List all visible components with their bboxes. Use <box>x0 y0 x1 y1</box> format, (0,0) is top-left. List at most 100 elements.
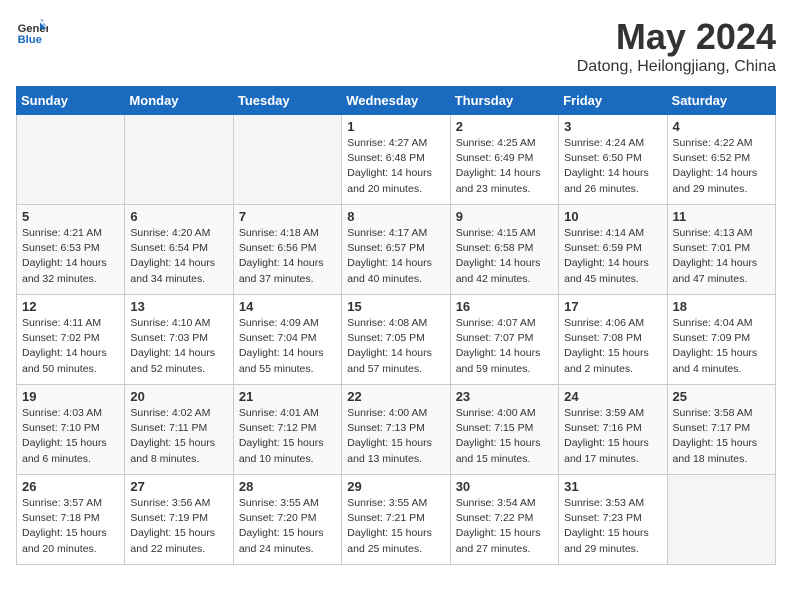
weekday-header-sunday: Sunday <box>17 87 125 115</box>
calendar-cell: 13Sunrise: 4:10 AMSunset: 7:03 PMDayligh… <box>125 295 233 385</box>
calendar-cell: 20 Sunrise: 4:02 AMSunset: 7:11 PMDayligh… <box>125 385 233 475</box>
weekday-header-friday: Friday <box>559 87 667 115</box>
calendar-cell: 23Sunrise: 4:00 AMSunset: 7:15 PMDayligh… <box>450 385 558 475</box>
calendar-cell: 16 Sunrise: 4:07 AMSunset: 7:07 PMDayligh… <box>450 295 558 385</box>
day-number: 7 <box>239 209 336 224</box>
day-info: Sunrise: 3:55 AMSunset: 7:20 PMDaylight:… <box>239 496 336 557</box>
day-info: Sunrise: 4:10 AMSunset: 7:03 PMDaylight:… <box>130 316 227 377</box>
calendar-cell: 22Sunrise: 4:00 AMSunset: 7:13 PMDayligh… <box>342 385 450 475</box>
day-info: Sunrise: 4:02 AMSunset: 7:11 PMDaylight:… <box>130 406 227 467</box>
day-number: 31 <box>564 479 661 494</box>
day-number: 20 <box>130 389 227 404</box>
calendar-cell: 5 Sunrise: 4:21 AMSunset: 6:53 PMDaylight… <box>17 205 125 295</box>
day-number: 1 <box>347 119 444 134</box>
weekday-header-monday: Monday <box>125 87 233 115</box>
calendar-cell: 9 Sunrise: 4:15 AMSunset: 6:58 PMDaylight… <box>450 205 558 295</box>
day-info: Sunrise: 4:20 AMSunset: 6:54 PMDaylight:… <box>130 226 227 287</box>
day-number: 17 <box>564 299 661 314</box>
calendar-cell: 31 Sunrise: 3:53 AMSunset: 7:23 PMDayligh… <box>559 475 667 565</box>
day-info: Sunrise: 4:17 AMSunset: 6:57 PMDaylight:… <box>347 226 444 287</box>
calendar-cell: 26 Sunrise: 3:57 AMSunset: 7:18 PMDayligh… <box>17 475 125 565</box>
day-info: Sunrise: 4:03 AMSunset: 7:10 PMDaylight:… <box>22 406 119 467</box>
day-number: 15 <box>347 299 444 314</box>
day-info: Sunrise: 4:14 AMSunset: 6:59 PMDaylight:… <box>564 226 661 287</box>
day-number: 19 <box>22 389 119 404</box>
calendar-cell: 12Sunrise: 4:11 AMSunset: 7:02 PMDayligh… <box>17 295 125 385</box>
weekday-header-saturday: Saturday <box>667 87 775 115</box>
calendar-cell <box>17 115 125 205</box>
weekday-header-tuesday: Tuesday <box>233 87 341 115</box>
svg-text:Blue: Blue <box>18 34 42 46</box>
day-info: Sunrise: 4:08 AMSunset: 7:05 PMDaylight:… <box>347 316 444 377</box>
weekday-header-row: SundayMondayTuesdayWednesdayThursdayFrid… <box>17 87 776 115</box>
day-info: Sunrise: 3:59 AMSunset: 7:16 PMDaylight:… <box>564 406 661 467</box>
day-info: Sunrise: 4:04 AMSunset: 7:09 PMDaylight:… <box>673 316 770 377</box>
calendar-cell: 24 Sunrise: 3:59 AMSunset: 7:16 PMDayligh… <box>559 385 667 475</box>
day-number: 30 <box>456 479 553 494</box>
day-number: 27 <box>130 479 227 494</box>
day-number: 21 <box>239 389 336 404</box>
page-header: General Blue May 2024 Datong, Heilongjia… <box>16 16 776 76</box>
calendar-cell: 2 Sunrise: 4:25 AMSunset: 6:49 PMDaylight… <box>450 115 558 205</box>
calendar-cell: 4 Sunrise: 4:22 AMSunset: 6:52 PMDaylight… <box>667 115 775 205</box>
day-info: Sunrise: 4:09 AMSunset: 7:04 PMDaylight:… <box>239 316 336 377</box>
day-number: 18 <box>673 299 770 314</box>
calendar-cell: 11 Sunrise: 4:13 AMSunset: 7:01 PMDayligh… <box>667 205 775 295</box>
location-title: Datong, Heilongjiang, China <box>577 58 776 76</box>
calendar-cell: 27Sunrise: 3:56 AMSunset: 7:19 PMDayligh… <box>125 475 233 565</box>
logo-icon: General Blue <box>16 16 48 48</box>
day-info: Sunrise: 4:22 AMSunset: 6:52 PMDaylight:… <box>673 136 770 197</box>
calendar-cell: 25Sunrise: 3:58 AMSunset: 7:17 PMDayligh… <box>667 385 775 475</box>
calendar-cell: 3Sunrise: 4:24 AMSunset: 6:50 PMDaylight… <box>559 115 667 205</box>
weekday-header-thursday: Thursday <box>450 87 558 115</box>
day-info: Sunrise: 4:15 AMSunset: 6:58 PMDaylight:… <box>456 226 553 287</box>
day-number: 11 <box>673 209 770 224</box>
day-number: 26 <box>22 479 119 494</box>
day-info: Sunrise: 4:11 AMSunset: 7:02 PMDaylight:… <box>22 316 119 377</box>
calendar-cell: 18 Sunrise: 4:04 AMSunset: 7:09 PMDayligh… <box>667 295 775 385</box>
day-info: Sunrise: 3:54 AMSunset: 7:22 PMDaylight:… <box>456 496 553 557</box>
calendar-cell: 10 Sunrise: 4:14 AMSunset: 6:59 PMDayligh… <box>559 205 667 295</box>
calendar-table: SundayMondayTuesdayWednesdayThursdayFrid… <box>16 86 776 565</box>
calendar-cell <box>125 115 233 205</box>
weekday-header-wednesday: Wednesday <box>342 87 450 115</box>
month-title: May 2024 <box>577 16 776 58</box>
day-info: Sunrise: 3:53 AMSunset: 7:23 PMDaylight:… <box>564 496 661 557</box>
day-number: 2 <box>456 119 553 134</box>
day-info: Sunrise: 4:07 AMSunset: 7:07 PMDaylight:… <box>456 316 553 377</box>
day-number: 8 <box>347 209 444 224</box>
calendar-cell: 30 Sunrise: 3:54 AMSunset: 7:22 PMDayligh… <box>450 475 558 565</box>
day-number: 22 <box>347 389 444 404</box>
calendar-week-5: 26 Sunrise: 3:57 AMSunset: 7:18 PMDayligh… <box>17 475 776 565</box>
day-info: Sunrise: 4:01 AMSunset: 7:12 PMDaylight:… <box>239 406 336 467</box>
calendar-cell: 17 Sunrise: 4:06 AMSunset: 7:08 PMDayligh… <box>559 295 667 385</box>
day-info: Sunrise: 3:57 AMSunset: 7:18 PMDaylight:… <box>22 496 119 557</box>
day-number: 3 <box>564 119 661 134</box>
calendar-cell: 21 Sunrise: 4:01 AMSunset: 7:12 PMDayligh… <box>233 385 341 475</box>
day-number: 5 <box>22 209 119 224</box>
calendar-cell: 1 Sunrise: 4:27 AMSunset: 6:48 PMDaylight… <box>342 115 450 205</box>
day-number: 10 <box>564 209 661 224</box>
calendar-cell <box>667 475 775 565</box>
day-info: Sunrise: 4:21 AMSunset: 6:53 PMDaylight:… <box>22 226 119 287</box>
day-number: 4 <box>673 119 770 134</box>
calendar-cell: 28 Sunrise: 3:55 AMSunset: 7:20 PMDayligh… <box>233 475 341 565</box>
day-number: 24 <box>564 389 661 404</box>
calendar-cell: 7 Sunrise: 4:18 AMSunset: 6:56 PMDaylight… <box>233 205 341 295</box>
day-number: 16 <box>456 299 553 314</box>
day-number: 14 <box>239 299 336 314</box>
calendar-cell: 8 Sunrise: 4:17 AMSunset: 6:57 PMDaylight… <box>342 205 450 295</box>
day-info: Sunrise: 4:25 AMSunset: 6:49 PMDaylight:… <box>456 136 553 197</box>
day-info: Sunrise: 4:18 AMSunset: 6:56 PMDaylight:… <box>239 226 336 287</box>
day-info: Sunrise: 4:27 AMSunset: 6:48 PMDaylight:… <box>347 136 444 197</box>
day-info: Sunrise: 4:06 AMSunset: 7:08 PMDaylight:… <box>564 316 661 377</box>
day-info: Sunrise: 4:13 AMSunset: 7:01 PMDaylight:… <box>673 226 770 287</box>
calendar-week-1: 1 Sunrise: 4:27 AMSunset: 6:48 PMDaylight… <box>17 115 776 205</box>
calendar-cell: 15 Sunrise: 4:08 AMSunset: 7:05 PMDayligh… <box>342 295 450 385</box>
day-number: 29 <box>347 479 444 494</box>
title-block: May 2024 Datong, Heilongjiang, China <box>577 16 776 76</box>
day-number: 9 <box>456 209 553 224</box>
day-number: 25 <box>673 389 770 404</box>
day-number: 28 <box>239 479 336 494</box>
calendar-cell: 14 Sunrise: 4:09 AMSunset: 7:04 PMDayligh… <box>233 295 341 385</box>
